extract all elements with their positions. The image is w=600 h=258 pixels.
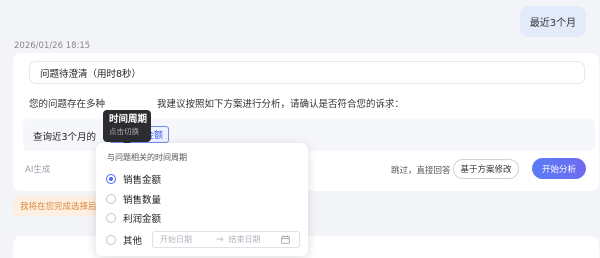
calendar-icon[interactable] [280,235,290,244]
arrow-right-icon: → [216,234,224,245]
query-prefix-text: 查询近3个月的 [33,132,97,143]
user-message-bubble: 最近3个月 [520,6,586,37]
radio-unselected[interactable] [106,194,116,204]
option-label: 销售数量 [123,195,162,206]
tooltip-title: 时间周期 [109,114,148,125]
date-range-picker[interactable]: 开始日期 → 结束日期 [152,231,300,248]
option-label: 销售金额 [123,175,162,186]
question-title: 问题待澄清（用时8秒） [40,68,142,80]
option-sales-quantity[interactable]: 销售数量 [106,192,161,206]
start-date-input[interactable]: 开始日期 [160,234,208,245]
option-sales-amount[interactable]: 销售金额 [106,172,161,186]
option-label: 利润金额 [123,214,162,225]
option-label: 其他 [123,236,143,247]
question-title-box: 问题待澄清（用时8秒） [29,61,585,84]
tooltip-subtitle: 点击切换 [109,127,139,136]
skip-answer-link[interactable]: 跳过，直接回答 [391,164,451,176]
start-analysis-label: 开始分析 [541,164,576,175]
end-date-input[interactable]: 结束日期 [229,234,275,245]
radio-unselected[interactable] [106,235,116,245]
time-period-tooltip: 时间周期 点击切换 [103,110,151,146]
user-message-text: 最近3个月 [529,18,577,29]
option-other[interactable]: 其他 [106,233,142,247]
dropdown-header: 与问题相关的时间周期 [107,153,187,162]
pending-notice-text: 我将在您完成选择后 [20,202,97,212]
modify-plan-label: 基于方案修改 [460,165,512,175]
intro-text-right: 我建议按照如下方案进行分析，请确认是否符合您的诉求： [157,99,405,110]
ai-generated-tag: AI生成 [25,165,51,175]
option-profit-amount[interactable]: 利润金额 [106,211,161,225]
message-timestamp: 2026/01/26 18:15 [14,41,91,51]
radio-selected[interactable] [106,174,116,184]
start-analysis-button[interactable]: 开始分析 [532,158,586,179]
modify-plan-button[interactable]: 基于方案修改 [453,159,519,179]
time-period-dropdown: 与问题相关的时间周期 销售金额 销售数量 利润金额 其他 开始日期 → 结束日期 [96,143,308,256]
radio-unselected[interactable] [106,213,116,223]
intro-text-left: 您的问题存在多种 [29,99,106,110]
